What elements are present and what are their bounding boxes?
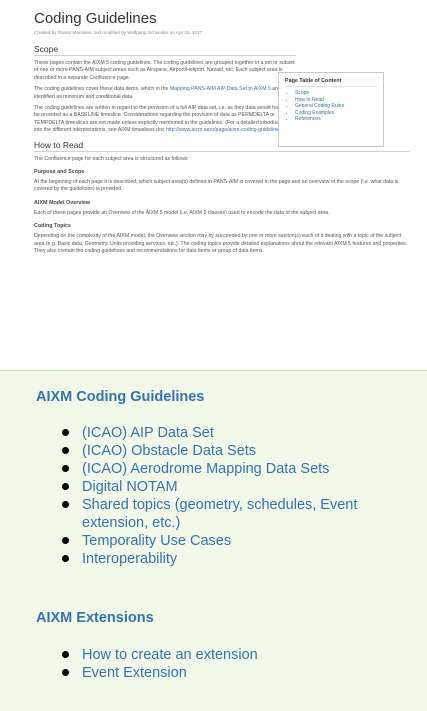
bullet-icon [62,537,69,544]
link-obstacle-data-sets[interactable]: (ICAO) Obstacle Data Sets [82,442,382,460]
thumbnail-model-p: Each of these pages provide an Overview … [34,209,330,216]
toc-list: Scope How to Read General Coding Rules C… [285,90,377,123]
thumbnail-topics-heading: Coding Topics [34,223,72,230]
thumbnail-topics-p: Depending on the complexity of the AIXM … [34,233,408,255]
aixm-extensions-heading[interactable]: AIXM Extensions [36,610,154,626]
thumbnail-scope-p2-pre: The coding guidelines cover these data i… [34,86,170,93]
thumbnail-scope-p3: The coding guidelines are written in reg… [34,105,296,135]
thumbnail-scope-section: These pages contain the AIXM 5 coding gu… [34,60,296,135]
bullet-icon [62,669,69,676]
bullet-icon [62,429,69,436]
toc-item-scope[interactable]: Scope [295,90,377,97]
list-item-aip-data-set[interactable]: (ICAO) AIP Data Set [62,424,382,442]
thumbnail-mapping-link[interactable]: Mapping PANS-AIM AIP Data Set to AIXM 5 [170,86,271,92]
list-item-digital-notam[interactable]: Digital NOTAM [62,478,382,496]
list-item-shared-topics[interactable]: Shared topics (geometry, schedules, Even… [62,496,382,532]
thumbnail-scope-p2: The coding guidelines cover these data i… [34,86,296,101]
link-interoperability[interactable]: Interoperability [82,550,382,568]
list-item-obstacle-data-sets[interactable]: (ICAO) Obstacle Data Sets [62,442,382,460]
link-temporality-use-cases[interactable]: Temporality Use Cases [82,532,382,550]
thumbnail-meta: Created by Rainer Mannsen, last modified… [34,30,203,35]
list-item-aerodrome-mapping[interactable]: (ICAO) Aerodrome Mapping Data Sets [62,460,382,478]
thumbnail-table-of-content: Page Table of Content Scope How to Read … [278,72,384,147]
toc-item-general-coding-rules[interactable]: General Coding Rules [295,103,377,110]
thumbnail-title: Coding Guidelines [34,10,157,27]
toc-item-coding-examples[interactable]: Coding Examples [295,110,377,117]
bullet-icon [62,651,69,658]
thumbnail-model-heading: AIXM Model Overview [34,199,91,206]
page-screenshot-thumbnail: Coding Guidelines Created by Rainer Mann… [0,0,427,370]
bullet-icon [62,483,69,490]
toc-item-how-to-read[interactable]: How to Read [295,97,377,104]
bullet-icon [62,447,69,454]
thumbnail-purpose-heading: Purpose and Scope [34,169,85,176]
coding-guidelines-list: (ICAO) AIP Data Set (ICAO) Obstacle Data… [62,424,382,568]
thumbnail-scope-heading: Scope [34,44,296,56]
bullet-icon [62,501,69,508]
link-event-extension[interactable]: Event Extension [82,664,258,682]
thumbnail-guidelines-url-link[interactable]: http://www.aixm.aero/page/aixm-coding-gu… [166,127,282,133]
thumbnail-scope-p1: These pages contain the AIXM 5 coding gu… [34,60,295,81]
bullet-icon [62,465,69,472]
link-shared-topics[interactable]: Shared topics (geometry, schedules, Even… [82,496,382,532]
list-item-event-extension[interactable]: Event Extension [62,664,258,682]
aixm-extensions-list: How to create an extension Event Extensi… [62,646,258,682]
coding-guidelines-heading[interactable]: AIXM Coding Guidelines [36,389,204,405]
link-aerodrome-mapping[interactable]: (ICAO) Aerodrome Mapping Data Sets [82,460,382,478]
bullet-icon [62,555,69,562]
guidelines-panel: AIXM Coding Guidelines (ICAO) AIP Data S… [0,370,427,711]
toc-title: Page Table of Content [285,78,377,87]
toc-item-references[interactable]: References [295,116,377,123]
link-digital-notam[interactable]: Digital NOTAM [82,478,382,496]
thumbnail-purpose-p: At the beginning of each page it is desc… [34,179,399,193]
list-item-temporality[interactable]: Temporality Use Cases [62,532,382,550]
list-item-interoperability[interactable]: Interoperability [62,550,382,568]
list-item-create-extension[interactable]: How to create an extension [62,646,258,664]
link-aip-data-set[interactable]: (ICAO) AIP Data Set [82,424,382,442]
thumbnail-howto-p1: The Confluence page for each subject are… [34,155,189,162]
link-create-extension[interactable]: How to create an extension [82,646,258,664]
